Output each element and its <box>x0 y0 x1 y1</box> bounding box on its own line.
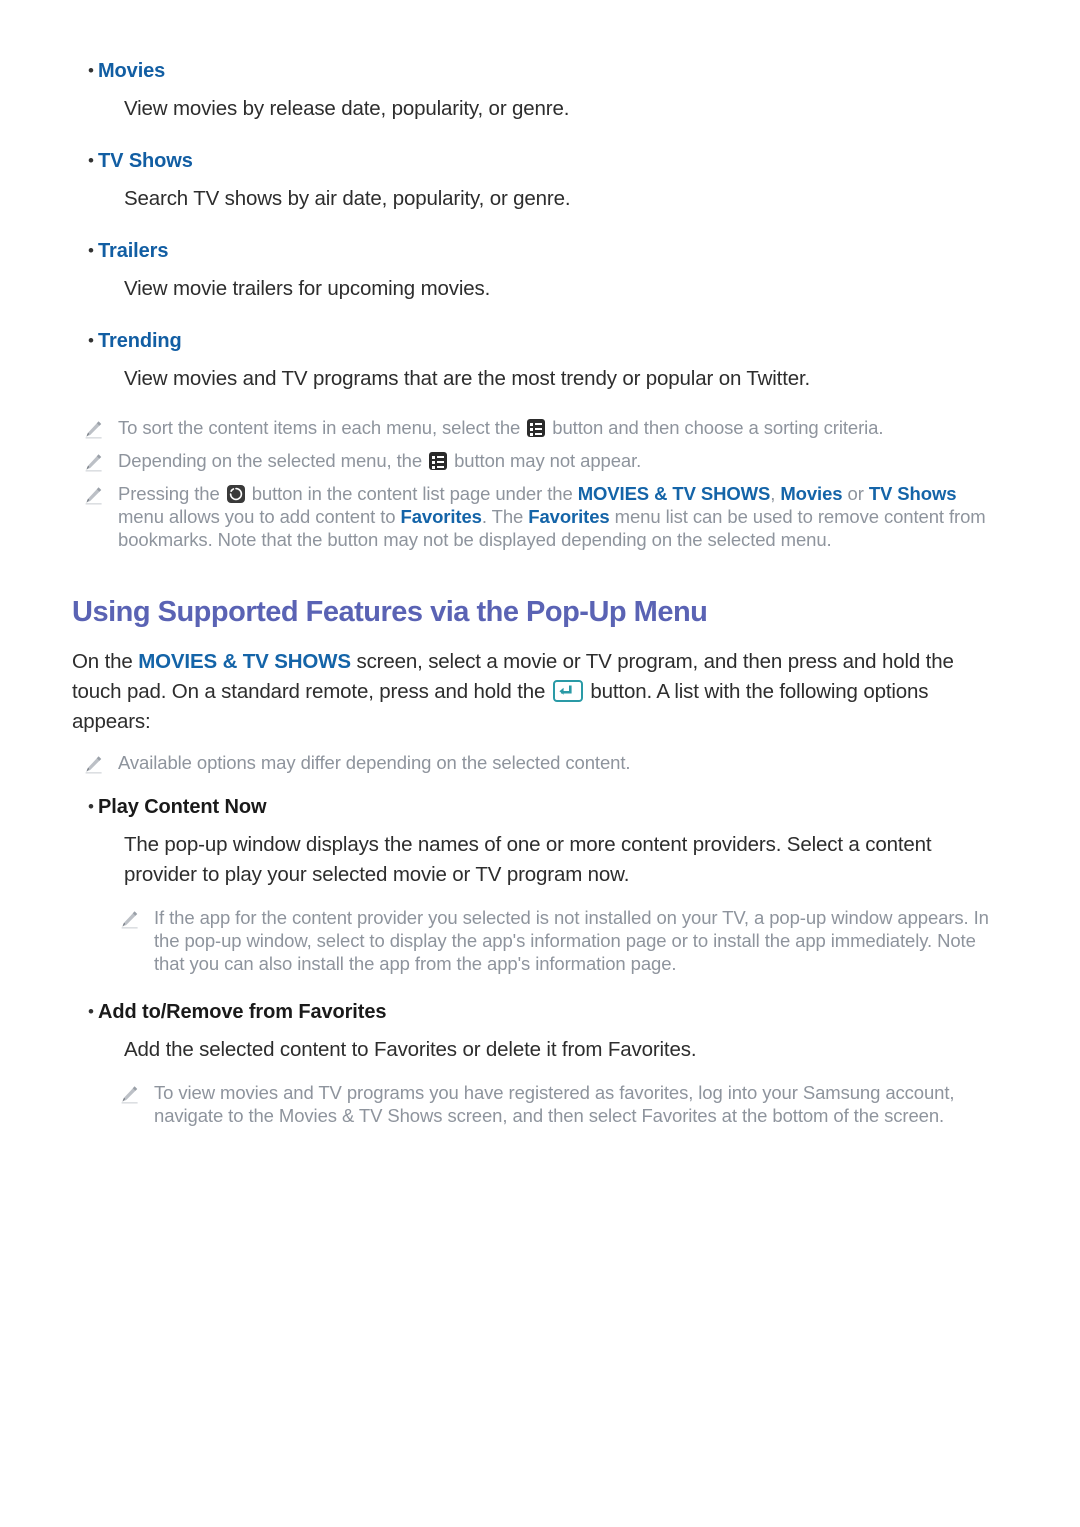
list-item: • Add to/Remove from Favorites <box>72 997 1000 1027</box>
list-item-description: View movies by release date, popularity,… <box>124 97 570 120</box>
note-row-favorites: Pressing the button in the content list … <box>72 482 1000 551</box>
bullet-marker: • <box>88 1002 94 1021</box>
pencil-icon <box>84 751 118 774</box>
link-movies-tv-shows[interactable]: MOVIES & TV SHOWS <box>138 650 351 673</box>
note-row: Available options may differ depending o… <box>72 751 1000 774</box>
bullet-marker: • <box>88 61 94 80</box>
pencil-icon <box>84 416 118 439</box>
section-intro-paragraph: On the MOVIES & TV SHOWS screen, select … <box>72 650 954 733</box>
option-description: Add the selected content to Favorites or… <box>124 1038 697 1061</box>
pencil-icon <box>84 449 118 472</box>
pencil-icon <box>120 1081 154 1104</box>
pencil-icon <box>84 482 118 505</box>
list-item-label-tv-shows[interactable]: TV Shows <box>98 146 193 176</box>
section-heading: Using Supported Features via the Pop-Up … <box>72 596 708 628</box>
note-text: Pressing the button in the content list … <box>118 483 986 550</box>
list-item-label-movies[interactable]: Movies <box>98 56 165 86</box>
note-text: If the app for the content provider you … <box>154 907 989 974</box>
bullet-marker: • <box>88 151 94 170</box>
list-item: • TV Shows <box>72 146 1000 176</box>
note-text: To view movies and TV programs you have … <box>154 1082 955 1126</box>
list-item: • Trending <box>72 326 1000 356</box>
document-page: • Movies View movies by release date, po… <box>0 0 1080 1527</box>
link-movies[interactable]: Movies <box>780 483 842 504</box>
note-row: To view movies and TV programs you have … <box>72 1081 1000 1127</box>
list-item-label-trailers[interactable]: Trailers <box>98 236 168 266</box>
link-tv-shows[interactable]: TV Shows <box>869 483 957 504</box>
note-text: Depending on the selected menu, the butt… <box>118 450 642 471</box>
note-text: To sort the content items in each menu, … <box>118 417 884 438</box>
list-menu-icon <box>429 452 448 470</box>
link-favorites[interactable]: Favorites <box>401 506 482 527</box>
option-label-play-content-now[interactable]: Play Content Now <box>98 792 267 822</box>
note-row: If the app for the content provider you … <box>72 906 1000 975</box>
enter-return-icon <box>552 680 583 702</box>
option-label-add-remove-favorites[interactable]: Add to/Remove from Favorites <box>98 997 386 1027</box>
note-row: To sort the content items in each menu, … <box>72 416 1000 439</box>
note-row: Depending on the selected menu, the butt… <box>72 449 1000 472</box>
link-favorites[interactable]: Favorites <box>528 506 609 527</box>
list-item: • Movies <box>72 56 1000 86</box>
list-item-description: View movie trailers for upcoming movies. <box>124 277 491 300</box>
list-item: • Play Content Now <box>72 792 1000 822</box>
list-menu-icon <box>527 419 546 437</box>
link-movies-tv-shows[interactable]: MOVIES & TV SHOWS <box>578 483 771 504</box>
note-text: Available options may differ depending o… <box>118 752 631 773</box>
option-description: The pop-up window displays the names of … <box>124 833 932 886</box>
bullet-marker: • <box>88 241 94 260</box>
list-item-description: View movies and TV programs that are the… <box>124 367 811 390</box>
circular-arrow-icon <box>226 485 245 503</box>
list-item-label-trending[interactable]: Trending <box>98 326 182 356</box>
list-item-description: Search TV shows by air date, popularity,… <box>124 187 571 210</box>
list-item: • Trailers <box>72 236 1000 266</box>
bullet-marker: • <box>88 797 94 816</box>
pencil-icon <box>120 906 154 929</box>
bullet-marker: • <box>88 331 94 350</box>
